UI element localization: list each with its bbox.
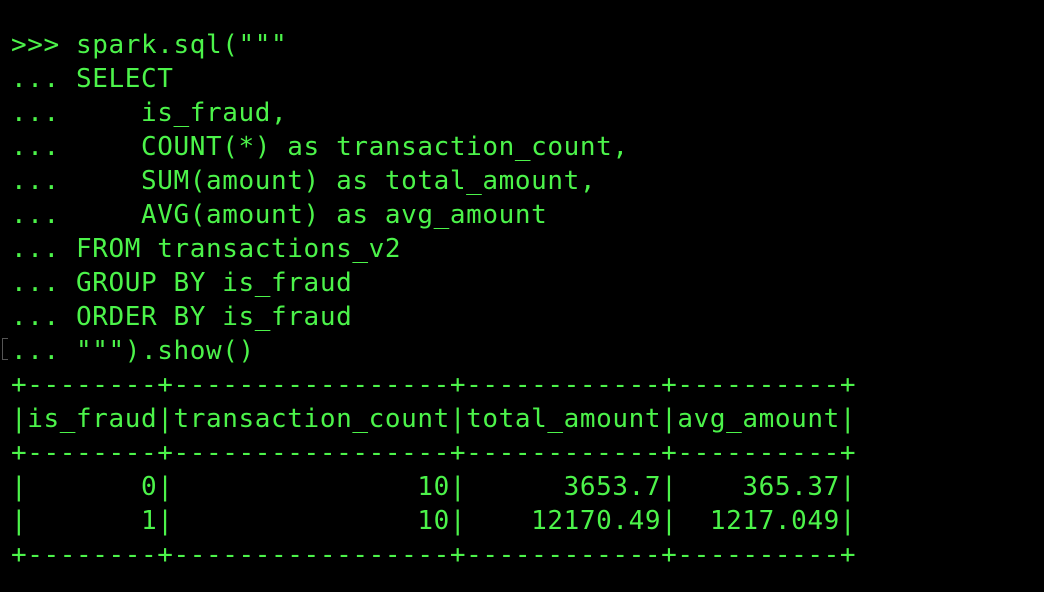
continuation-line-count: ... COUNT(*) as transaction_count, — [11, 132, 629, 162]
table-border-header: +--------+-----------------+------------… — [11, 438, 857, 468]
table-row: | 1| 10| 12170.49| 1217.049| — [11, 506, 857, 536]
continuation-line-from: ... FROM transactions_v2 — [11, 234, 402, 264]
continuation-line-select: ... SELECT — [11, 64, 174, 94]
prompt-line-spark-sql: >>> spark.sql(""" — [11, 30, 288, 60]
table-row: | 0| 10| 3653.7| 365.37| — [11, 472, 857, 502]
table-border-top: +--------+-----------------+------------… — [11, 370, 857, 400]
table-header-row: |is_fraud|transaction_count|total_amount… — [11, 404, 857, 434]
continuation-line-group-by: ... GROUP BY is_fraud — [11, 268, 353, 298]
table-border-bottom: +--------+-----------------+------------… — [11, 540, 857, 570]
terminal-window[interactable]: >>> spark.sql(""" ... SELECT ... is_frau… — [0, 0, 1044, 592]
continuation-line-avg: ... AVG(amount) as avg_amount — [11, 200, 548, 230]
terminal-output: >>> spark.sql(""" ... SELECT ... is_frau… — [11, 28, 856, 572]
continuation-line-is-fraud: ... is_fraud, — [11, 98, 288, 128]
continuation-line-sum: ... SUM(amount) as total_amount, — [11, 166, 597, 196]
continuation-line-order-by: ... ORDER BY is_fraud — [11, 302, 353, 332]
line-marker-bracket-icon — [2, 338, 8, 360]
continuation-line-show: ... """).show() — [11, 336, 255, 366]
